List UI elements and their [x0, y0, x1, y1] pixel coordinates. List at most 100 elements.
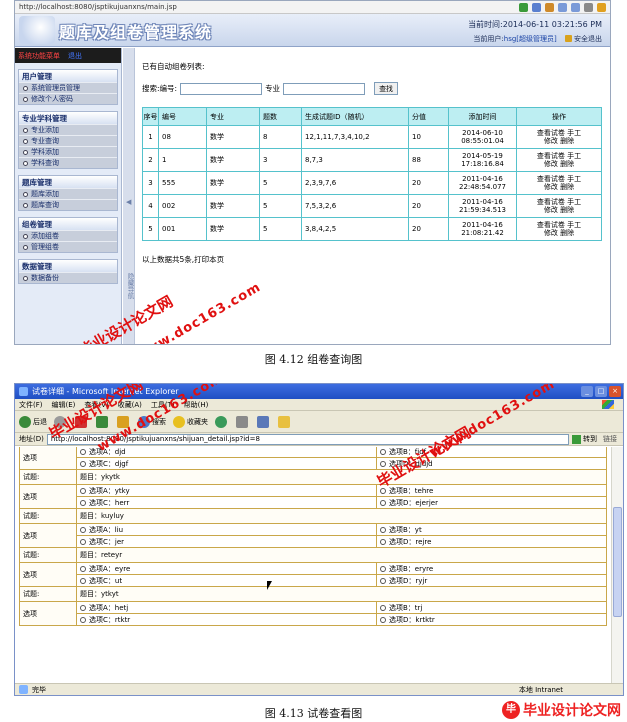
sidebar-item[interactable]: 管理组卷 [19, 241, 117, 252]
operation-links-view[interactable]: 查看试卷 手工 [517, 129, 601, 137]
option-b[interactable]: 选项B：eryre [376, 562, 607, 575]
radio-icon[interactable] [80, 487, 86, 494]
go-icon[interactable] [519, 2, 528, 12]
sidebar-item[interactable]: 专业查询 [19, 135, 117, 146]
radio-icon[interactable] [380, 499, 386, 506]
bullet-icon [23, 233, 28, 239]
option-d[interactable]: 选项D：krtktr [376, 613, 607, 626]
minimize-icon[interactable]: _ [581, 386, 593, 397]
bullet-icon [23, 85, 28, 91]
option-d[interactable]: 选项D：ejerjer [376, 496, 607, 509]
radio-icon[interactable] [80, 499, 86, 506]
edit-button[interactable] [257, 415, 271, 428]
sidebar-group-title[interactable]: 专业学科管理 [19, 112, 117, 124]
go-arrow-icon [572, 434, 581, 444]
sidebar-item[interactable]: 题库查询 [19, 199, 117, 210]
radio-icon[interactable] [380, 526, 386, 533]
tools-icon[interactable] [545, 2, 554, 12]
option-a[interactable]: 选项A：eyre [76, 562, 377, 575]
radio-icon[interactable] [80, 538, 86, 545]
operation-links-edit[interactable]: 修改 删除 [517, 229, 601, 237]
sidebar-item[interactable]: 系统管理员管理 [19, 82, 117, 93]
exit-link[interactable]: 退出 [68, 51, 82, 61]
sidebar-item[interactable]: 题库添加 [19, 188, 117, 199]
operation-links-view[interactable]: 查看试卷 手工 [517, 221, 601, 229]
sidebar-item[interactable]: 数据备份 [19, 272, 117, 283]
option-b[interactable]: 选项B：yt [376, 523, 607, 536]
operation-links-edit[interactable]: 修改 删除 [517, 183, 601, 191]
radio-icon[interactable] [380, 565, 386, 572]
radio-icon[interactable] [380, 577, 386, 584]
option-b[interactable]: 选项B：tehre [376, 484, 607, 497]
collapse-arrow-icon[interactable]: ◀ [126, 198, 131, 206]
option-row: 选项 选项A：eyre 选项B：eryre [19, 562, 607, 587]
menu-file[interactable]: 文件(F) [19, 400, 43, 410]
favorites-button[interactable]: 收藏夹 [173, 415, 208, 428]
refresh-icon[interactable] [584, 2, 593, 12]
option-c[interactable]: 选项C：djgf [76, 457, 377, 470]
menu-edit[interactable]: 编辑(E) [52, 400, 76, 410]
option-a[interactable]: 选项A：hetj [76, 601, 377, 614]
back-icon[interactable] [558, 2, 567, 12]
sidebar-item-label: 系统管理员管理 [31, 84, 80, 92]
logout-link[interactable]: 安全退出 [574, 35, 602, 43]
operation-links-edit[interactable]: 修改 删除 [517, 137, 601, 145]
address-bar[interactable]: http://localhost:8080/jsptikujuanxns/mai… [15, 1, 610, 14]
operation-links-view[interactable]: 查看试卷 手工 [517, 152, 601, 160]
radio-icon[interactable] [80, 616, 86, 623]
option-c[interactable]: 选项C：jer [76, 535, 377, 548]
home-icon[interactable] [597, 2, 606, 12]
radio-icon[interactable] [80, 565, 86, 572]
radio-icon[interactable] [80, 577, 86, 584]
operation-links-view[interactable]: 查看试卷 手工 [517, 198, 601, 206]
radio-icon[interactable] [80, 604, 86, 611]
option-a[interactable]: 选项A：ytky [76, 484, 377, 497]
operation-links-edit[interactable]: 修改 删除 [517, 160, 601, 168]
operation-links-view[interactable]: 查看试卷 手工 [517, 175, 601, 183]
close-icon[interactable]: × [609, 386, 621, 397]
links-label[interactable]: 链接 [603, 434, 617, 444]
sidebar-group-title[interactable]: 数据管理 [19, 260, 117, 272]
radio-icon[interactable] [380, 604, 386, 611]
history-button[interactable] [215, 415, 229, 428]
radio-icon[interactable] [80, 448, 86, 455]
radio-icon[interactable] [380, 538, 386, 545]
sidebar-item[interactable]: 添加组卷 [19, 230, 117, 241]
vertical-scrollbar[interactable] [611, 447, 623, 684]
sidebar-collapse-bar[interactable]: ◀ 隐藏导航 [123, 48, 135, 344]
sidebar-group-title[interactable]: 题库管理 [19, 176, 117, 188]
sidebar-item[interactable]: 专业添加 [19, 124, 117, 135]
option-c[interactable]: 选项C：rtktr [76, 613, 377, 626]
code-input[interactable] [180, 82, 263, 95]
option-d[interactable]: 选项D：ryjr [376, 574, 607, 587]
major-input[interactable] [283, 82, 366, 95]
folder-button[interactable] [278, 415, 292, 428]
option-c[interactable]: 选项C：ut [76, 574, 377, 587]
operation-links-edit[interactable]: 修改 删除 [517, 206, 601, 214]
sidebar-item[interactable]: 修改个人密码 [19, 93, 117, 104]
forward-icon[interactable] [571, 2, 580, 12]
print-button[interactable] [236, 415, 250, 428]
col-major: 专业 [206, 107, 260, 126]
sidebar-group-title[interactable]: 组卷管理 [19, 218, 117, 230]
find-button[interactable]: 查找 [374, 82, 399, 95]
radio-icon[interactable] [80, 526, 86, 533]
main-content: 已有自动组卷列表: 搜索:编号: 专业 查找 序号 编号 专业 题数 生成试题I… [137, 48, 610, 344]
sidebar-item[interactable]: 学科查询 [19, 157, 117, 168]
option-a[interactable]: 选项A：djd [76, 447, 377, 458]
cell-score: 10 [408, 125, 449, 149]
option-c[interactable]: 选项C：herr [76, 496, 377, 509]
option-a[interactable]: 选项A：liu [76, 523, 377, 536]
radio-icon[interactable] [80, 460, 86, 467]
radio-icon[interactable] [380, 616, 386, 623]
settings-icon[interactable] [532, 2, 541, 12]
sidebar-group-title[interactable]: 用户管理 [19, 70, 117, 82]
back-button[interactable]: 后退 [19, 415, 47, 428]
maximize-icon[interactable]: □ [595, 386, 607, 397]
option-d[interactable]: 选项D：rejre [376, 535, 607, 548]
sidebar-item[interactable]: 学科添加 [19, 146, 117, 157]
go-button[interactable]: 转到 [572, 434, 597, 444]
option-b[interactable]: 选项B：trj [376, 601, 607, 614]
scrollbar-thumb[interactable] [613, 507, 622, 617]
radio-icon[interactable] [380, 448, 386, 455]
